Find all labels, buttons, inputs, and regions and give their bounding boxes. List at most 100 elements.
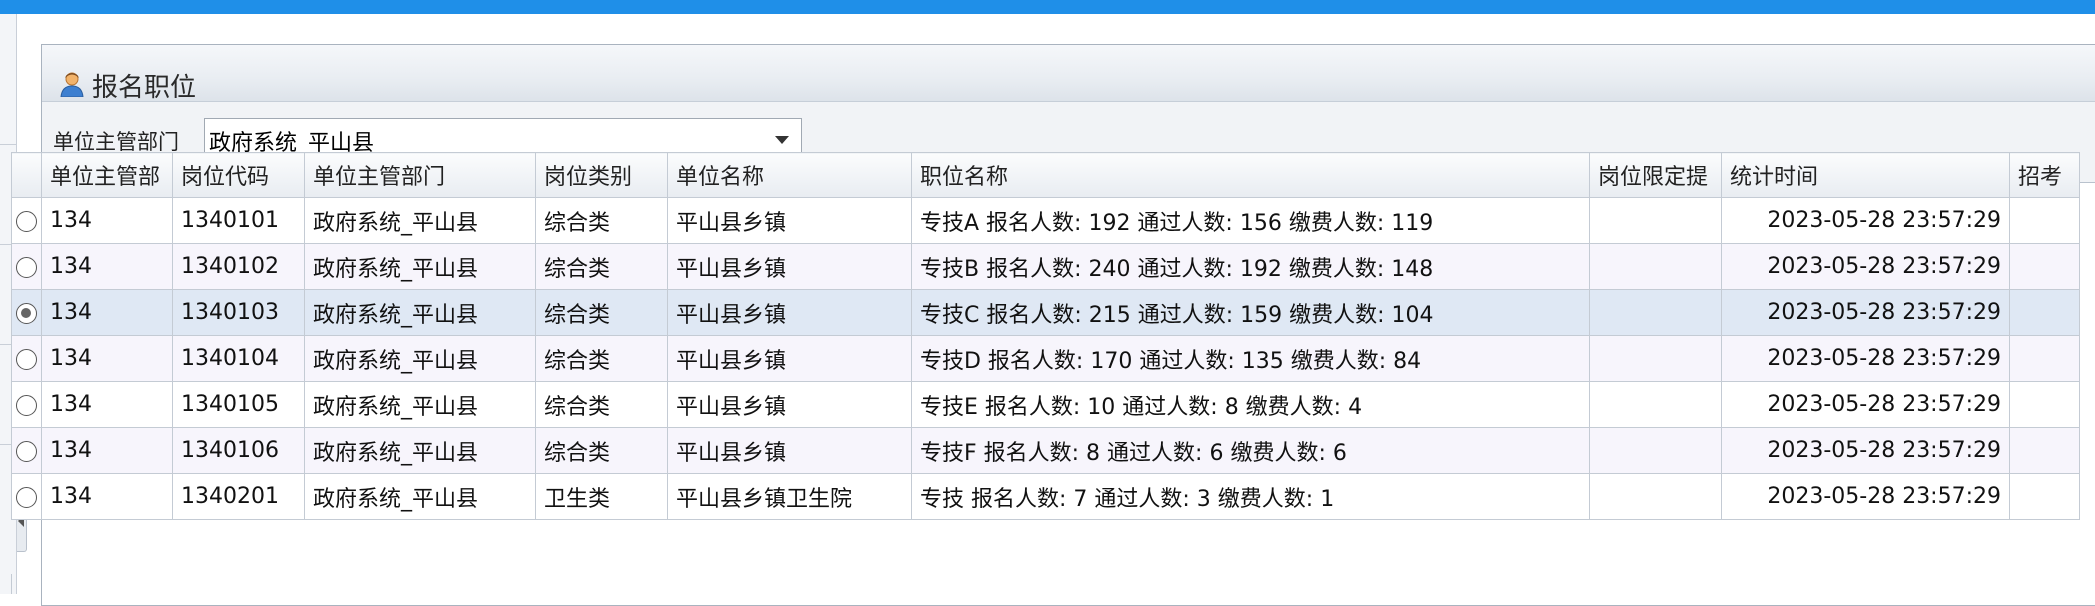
header-post-code[interactable]: 岗位代码 [172,152,305,198]
cell-post-limit [1589,427,1722,474]
cell-department: 政府系统_平山县 [304,243,536,290]
row-radio-button[interactable] [16,210,37,232]
cell-dept-code: 134 [41,335,173,382]
cell-dept-code: 134 [41,427,173,474]
table-header-row: 单位主管部 岗位代码 单位主管部门 岗位类别 单位名称 职位名称 岗位限定提 统… [11,152,2080,198]
cell-department: 政府系统_平山县 [304,289,536,336]
cell-post-code: 1340106 [172,427,305,474]
cell-stat-time: 2023-05-28 23:57:29 [1721,381,2010,428]
row-radio-button[interactable] [16,440,37,462]
cell-dept-code: 134 [41,289,173,336]
cell-position-name: 专技F 报名人数: 8 通过人数: 6 缴费人数: 6 [911,427,1590,474]
row-select-cell [11,473,42,520]
row-select-cell [11,289,42,336]
cell-post-limit [1589,197,1722,244]
row-radio-button[interactable] [16,302,37,324]
cell-recruit [2009,197,2080,244]
table-row[interactable]: 134 1340101 政府系统_平山县 综合类 平山县乡镇 专技A 报名人数: 192 … [11,197,2080,244]
cell-category: 卫生类 [535,473,668,520]
table-row[interactable]: 134 1340104 政府系统_平山县 综合类 平山县乡镇 专技D 报名人数: 170 … [11,335,2080,382]
table-row[interactable]: 134 1340102 政府系统_平山县 综合类 平山县乡镇 专技B 报名人数: 240 … [11,243,2080,290]
table-empty-area [11,574,2095,594]
cell-dept-code: 134 [41,243,173,290]
cell-category: 综合类 [535,427,668,474]
header-position-name[interactable]: 职位名称 [911,152,1590,198]
row-select-cell [11,243,42,290]
cell-department: 政府系统_平山县 [304,427,536,474]
cell-position-name: 专技 报名人数: 7 通过人数: 3 缴费人数: 1 [911,473,1590,520]
header-department[interactable]: 单位主管部门 [304,152,536,198]
row-select-cell [11,335,42,382]
cell-post-limit [1589,473,1722,520]
cell-unit-name: 平山县乡镇 [667,335,912,382]
cell-unit-name: 平山县乡镇 [667,197,912,244]
cell-dept-code: 134 [41,381,173,428]
cell-category: 综合类 [535,197,668,244]
table-row[interactable]: 134 1340105 政府系统_平山县 综合类 平山县乡镇 专技E 报名人数: 10 通… [11,381,2080,428]
header-dept-code[interactable]: 单位主管部 [41,152,173,198]
cell-department: 政府系统_平山县 [304,473,536,520]
cell-post-limit [1589,289,1722,336]
row-radio-button[interactable] [16,256,37,278]
header-category[interactable]: 岗位类别 [535,152,668,198]
user-icon [60,72,84,97]
cell-post-code: 1340101 [172,197,305,244]
table-row[interactable]: 134 1340201 政府系统_平山县 卫生类 平山县乡镇卫生院 专技 报名人数: 7 … [11,473,2080,520]
cell-post-limit [1589,381,1722,428]
cell-unit-name: 平山县乡镇 [667,243,912,290]
cell-category: 综合类 [535,289,668,336]
cell-post-code: 1340105 [172,381,305,428]
cell-category: 综合类 [535,381,668,428]
cell-stat-time: 2023-05-28 23:57:29 [1721,473,2010,520]
cell-dept-code: 134 [41,197,173,244]
cell-recruit [2009,335,2080,382]
cell-position-name: 专技A 报名人数: 192 通过人数: 156 缴费人数: 119 [911,197,1590,244]
cell-unit-name: 平山县乡镇 [667,427,912,474]
table-row[interactable]: 134 1340106 政府系统_平山县 综合类 平山县乡镇 专技F 报名人数: 8 通过… [11,427,2080,474]
cell-stat-time: 2023-05-28 23:57:29 [1721,427,2010,474]
cell-post-code: 1340201 [172,473,305,520]
cell-category: 综合类 [535,335,668,382]
header-recruit[interactable]: 招考 [2009,152,2080,198]
cell-category: 综合类 [535,243,668,290]
cell-stat-time: 2023-05-28 23:57:29 [1721,335,2010,382]
positions-table: 单位主管部 岗位代码 单位主管部门 岗位类别 单位名称 职位名称 岗位限定提 统… [11,152,2080,520]
row-select-cell [11,381,42,428]
header-unit-name[interactable]: 单位名称 [667,152,912,198]
row-select-cell [11,197,42,244]
panel-header: 报名职位 [42,45,2095,103]
header-post-limit[interactable]: 岗位限定提 [1589,152,1722,198]
cell-department: 政府系统_平山县 [304,197,536,244]
cell-stat-time: 2023-05-28 23:57:29 [1721,289,2010,336]
cell-recruit [2009,381,2080,428]
cell-recruit [2009,427,2080,474]
cell-post-code: 1340104 [172,335,305,382]
row-radio-button[interactable] [16,486,37,508]
cell-stat-time: 2023-05-28 23:57:29 [1721,243,2010,290]
cell-position-name: 专技C 报名人数: 215 通过人数: 159 缴费人数: 104 [911,289,1590,336]
cell-stat-time: 2023-05-28 23:57:29 [1721,197,2010,244]
cell-recruit [2009,473,2080,520]
row-select-cell [11,427,42,474]
cell-department: 政府系统_平山县 [304,335,536,382]
header-select [11,152,42,198]
row-radio-button[interactable] [16,348,37,370]
cell-recruit [2009,289,2080,336]
cell-unit-name: 平山县乡镇 [667,289,912,336]
header-stat-time[interactable]: 统计时间 [1721,152,2010,198]
row-radio-button[interactable] [16,394,37,416]
cell-unit-name: 平山县乡镇卫生院 [667,473,912,520]
cell-post-limit [1589,335,1722,382]
cell-post-limit [1589,243,1722,290]
cell-position-name: 专技E 报名人数: 10 通过人数: 8 缴费人数: 4 [911,381,1590,428]
cell-recruit [2009,243,2080,290]
top-accent-bar [0,0,2095,14]
cell-position-name: 专技D 报名人数: 170 通过人数: 135 缴费人数: 84 [911,335,1590,382]
panel-title: 报名职位 [92,73,197,103]
cell-dept-code: 134 [41,473,173,520]
cell-unit-name: 平山县乡镇 [667,381,912,428]
table-row[interactable]: 134 1340103 政府系统_平山县 综合类 平山县乡镇 专技C 报名人数: 215 … [11,289,2080,336]
cell-post-code: 1340103 [172,289,305,336]
dropdown-arrow-icon[interactable] [775,136,789,144]
cell-department: 政府系统_平山县 [304,381,536,428]
